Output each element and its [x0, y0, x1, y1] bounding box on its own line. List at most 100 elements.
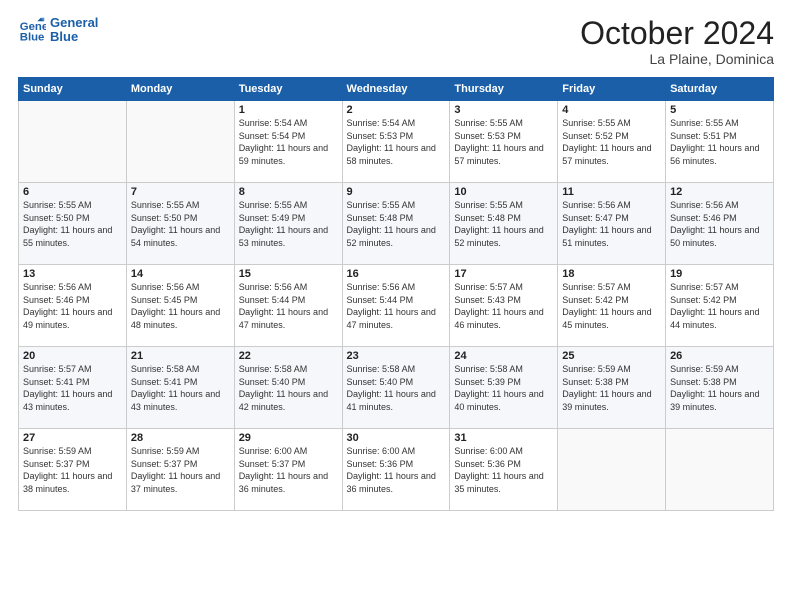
day-cell: 10Sunrise: 5:55 AMSunset: 5:48 PMDayligh…	[450, 183, 558, 265]
day-info: Sunrise: 5:56 AMSunset: 5:46 PMDaylight:…	[670, 199, 769, 249]
day-cell: 9Sunrise: 5:55 AMSunset: 5:48 PMDaylight…	[342, 183, 450, 265]
day-cell	[19, 101, 127, 183]
week-row-2: 6Sunrise: 5:55 AMSunset: 5:50 PMDaylight…	[19, 183, 774, 265]
day-cell: 29Sunrise: 6:00 AMSunset: 5:37 PMDayligh…	[234, 429, 342, 511]
day-number: 6	[23, 186, 122, 198]
week-row-1: 1Sunrise: 5:54 AMSunset: 5:54 PMDaylight…	[19, 101, 774, 183]
day-info: Sunrise: 5:56 AMSunset: 5:46 PMDaylight:…	[23, 281, 122, 331]
day-cell	[666, 429, 774, 511]
day-number: 26	[670, 350, 769, 362]
day-cell: 16Sunrise: 5:56 AMSunset: 5:44 PMDayligh…	[342, 265, 450, 347]
day-info: Sunrise: 5:58 AMSunset: 5:40 PMDaylight:…	[239, 363, 338, 413]
day-number: 5	[670, 104, 769, 116]
day-cell: 20Sunrise: 5:57 AMSunset: 5:41 PMDayligh…	[19, 347, 127, 429]
day-cell: 2Sunrise: 5:54 AMSunset: 5:53 PMDaylight…	[342, 101, 450, 183]
week-row-3: 13Sunrise: 5:56 AMSunset: 5:46 PMDayligh…	[19, 265, 774, 347]
day-info: Sunrise: 5:56 AMSunset: 5:44 PMDaylight:…	[239, 281, 338, 331]
day-cell: 18Sunrise: 5:57 AMSunset: 5:42 PMDayligh…	[558, 265, 666, 347]
day-number: 18	[562, 268, 661, 280]
day-number: 4	[562, 104, 661, 116]
day-cell: 1Sunrise: 5:54 AMSunset: 5:54 PMDaylight…	[234, 101, 342, 183]
day-info: Sunrise: 5:57 AMSunset: 5:41 PMDaylight:…	[23, 363, 122, 413]
day-cell: 6Sunrise: 5:55 AMSunset: 5:50 PMDaylight…	[19, 183, 127, 265]
day-info: Sunrise: 5:59 AMSunset: 5:38 PMDaylight:…	[670, 363, 769, 413]
day-info: Sunrise: 5:56 AMSunset: 5:45 PMDaylight:…	[131, 281, 230, 331]
title-block: October 2024 La Plaine, Dominica	[580, 16, 774, 67]
day-cell: 23Sunrise: 5:58 AMSunset: 5:40 PMDayligh…	[342, 347, 450, 429]
day-cell: 7Sunrise: 5:55 AMSunset: 5:50 PMDaylight…	[126, 183, 234, 265]
day-cell: 27Sunrise: 5:59 AMSunset: 5:37 PMDayligh…	[19, 429, 127, 511]
day-cell	[126, 101, 234, 183]
day-cell: 31Sunrise: 6:00 AMSunset: 5:36 PMDayligh…	[450, 429, 558, 511]
day-number: 3	[454, 104, 553, 116]
day-number: 22	[239, 350, 338, 362]
day-info: Sunrise: 5:55 AMSunset: 5:49 PMDaylight:…	[239, 199, 338, 249]
day-info: Sunrise: 5:55 AMSunset: 5:50 PMDaylight:…	[23, 199, 122, 249]
logo-general: General	[50, 16, 98, 30]
month-title: October 2024	[580, 16, 774, 51]
day-number: 21	[131, 350, 230, 362]
day-info: Sunrise: 5:56 AMSunset: 5:47 PMDaylight:…	[562, 199, 661, 249]
day-number: 15	[239, 268, 338, 280]
day-cell: 24Sunrise: 5:58 AMSunset: 5:39 PMDayligh…	[450, 347, 558, 429]
day-number: 7	[131, 186, 230, 198]
day-number: 30	[347, 432, 446, 444]
day-cell: 3Sunrise: 5:55 AMSunset: 5:53 PMDaylight…	[450, 101, 558, 183]
day-number: 23	[347, 350, 446, 362]
day-number: 14	[131, 268, 230, 280]
day-number: 9	[347, 186, 446, 198]
day-cell: 4Sunrise: 5:55 AMSunset: 5:52 PMDaylight…	[558, 101, 666, 183]
day-number: 10	[454, 186, 553, 198]
day-number: 29	[239, 432, 338, 444]
day-number: 19	[670, 268, 769, 280]
day-cell: 25Sunrise: 5:59 AMSunset: 5:38 PMDayligh…	[558, 347, 666, 429]
day-info: Sunrise: 5:55 AMSunset: 5:48 PMDaylight:…	[347, 199, 446, 249]
day-number: 12	[670, 186, 769, 198]
header: General Blue General Blue October 2024 L…	[18, 16, 774, 67]
day-info: Sunrise: 5:58 AMSunset: 5:41 PMDaylight:…	[131, 363, 230, 413]
header-wednesday: Wednesday	[342, 78, 450, 101]
day-cell: 22Sunrise: 5:58 AMSunset: 5:40 PMDayligh…	[234, 347, 342, 429]
header-sunday: Sunday	[19, 78, 127, 101]
day-number: 2	[347, 104, 446, 116]
day-cell: 28Sunrise: 5:59 AMSunset: 5:37 PMDayligh…	[126, 429, 234, 511]
day-cell: 15Sunrise: 5:56 AMSunset: 5:44 PMDayligh…	[234, 265, 342, 347]
calendar-table: SundayMondayTuesdayWednesdayThursdayFrid…	[18, 77, 774, 511]
day-info: Sunrise: 5:57 AMSunset: 5:42 PMDaylight:…	[670, 281, 769, 331]
day-info: Sunrise: 5:55 AMSunset: 5:48 PMDaylight:…	[454, 199, 553, 249]
day-info: Sunrise: 5:55 AMSunset: 5:53 PMDaylight:…	[454, 117, 553, 167]
day-number: 25	[562, 350, 661, 362]
day-info: Sunrise: 5:58 AMSunset: 5:39 PMDaylight:…	[454, 363, 553, 413]
day-number: 8	[239, 186, 338, 198]
day-cell: 8Sunrise: 5:55 AMSunset: 5:49 PMDaylight…	[234, 183, 342, 265]
day-number: 13	[23, 268, 122, 280]
day-number: 27	[23, 432, 122, 444]
day-info: Sunrise: 5:59 AMSunset: 5:38 PMDaylight:…	[562, 363, 661, 413]
location: La Plaine, Dominica	[580, 51, 774, 67]
day-info: Sunrise: 5:57 AMSunset: 5:43 PMDaylight:…	[454, 281, 553, 331]
day-cell: 14Sunrise: 5:56 AMSunset: 5:45 PMDayligh…	[126, 265, 234, 347]
day-cell: 19Sunrise: 5:57 AMSunset: 5:42 PMDayligh…	[666, 265, 774, 347]
day-number: 11	[562, 186, 661, 198]
calendar-page: General Blue General Blue October 2024 L…	[0, 0, 792, 612]
day-cell	[558, 429, 666, 511]
day-cell: 13Sunrise: 5:56 AMSunset: 5:46 PMDayligh…	[19, 265, 127, 347]
day-cell: 30Sunrise: 6:00 AMSunset: 5:36 PMDayligh…	[342, 429, 450, 511]
header-friday: Friday	[558, 78, 666, 101]
header-thursday: Thursday	[450, 78, 558, 101]
day-cell: 12Sunrise: 5:56 AMSunset: 5:46 PMDayligh…	[666, 183, 774, 265]
day-number: 16	[347, 268, 446, 280]
day-info: Sunrise: 5:58 AMSunset: 5:40 PMDaylight:…	[347, 363, 446, 413]
day-cell: 11Sunrise: 5:56 AMSunset: 5:47 PMDayligh…	[558, 183, 666, 265]
header-saturday: Saturday	[666, 78, 774, 101]
day-number: 28	[131, 432, 230, 444]
day-number: 17	[454, 268, 553, 280]
day-cell: 21Sunrise: 5:58 AMSunset: 5:41 PMDayligh…	[126, 347, 234, 429]
day-number: 31	[454, 432, 553, 444]
day-number: 1	[239, 104, 338, 116]
day-info: Sunrise: 5:55 AMSunset: 5:50 PMDaylight:…	[131, 199, 230, 249]
day-info: Sunrise: 5:55 AMSunset: 5:52 PMDaylight:…	[562, 117, 661, 167]
day-info: Sunrise: 6:00 AMSunset: 5:36 PMDaylight:…	[454, 445, 553, 495]
day-info: Sunrise: 5:59 AMSunset: 5:37 PMDaylight:…	[23, 445, 122, 495]
day-info: Sunrise: 5:59 AMSunset: 5:37 PMDaylight:…	[131, 445, 230, 495]
